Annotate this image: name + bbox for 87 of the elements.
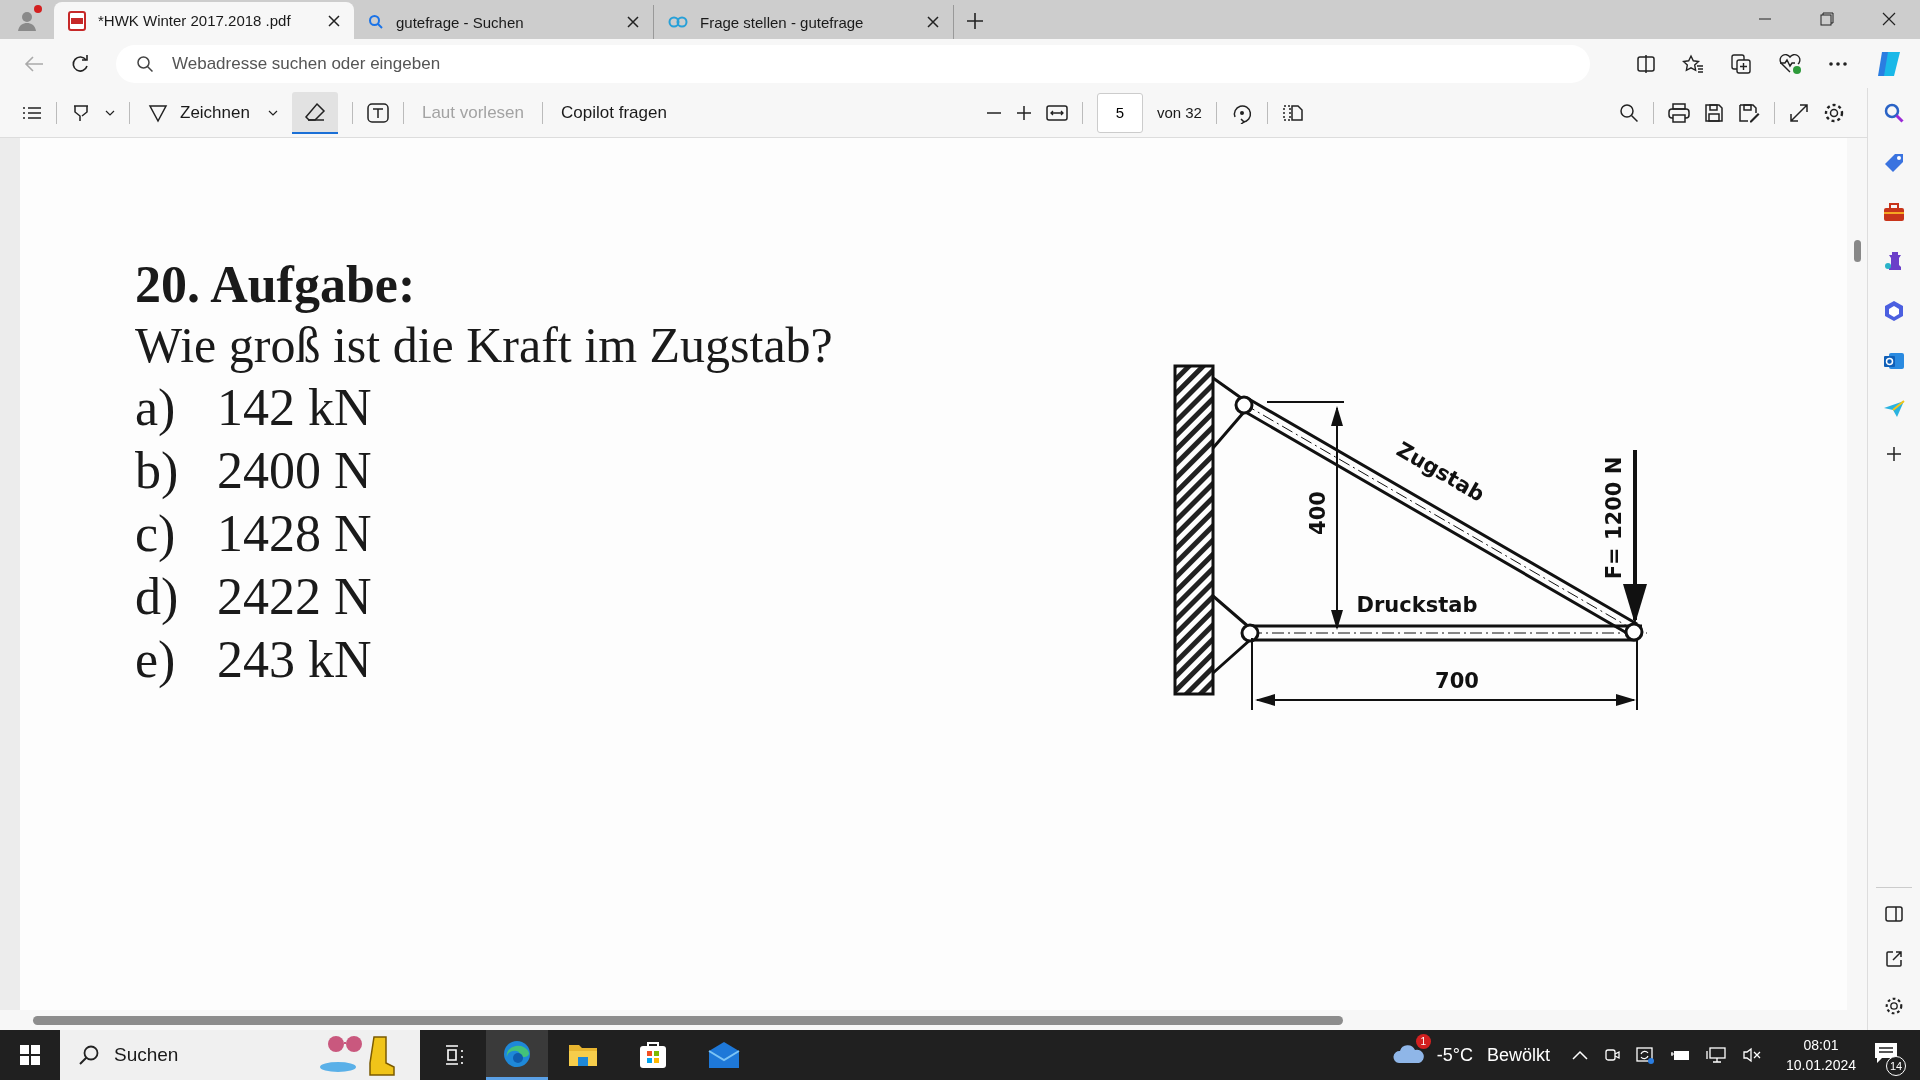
- fullscreen-icon[interactable]: [1789, 102, 1809, 123]
- store-icon[interactable]: [638, 1040, 668, 1070]
- notifications-icon[interactable]: [1874, 1042, 1898, 1064]
- close-icon[interactable]: [927, 16, 939, 28]
- answer-letter: a): [135, 378, 177, 438]
- loop-icon: [668, 15, 688, 29]
- answer-letter: b): [135, 441, 180, 501]
- folder-icon[interactable]: [568, 1042, 598, 1068]
- answer-value: 142 kN: [217, 378, 372, 438]
- caret-icon[interactable]: [105, 109, 115, 116]
- camera-icon[interactable]: [1603, 1047, 1620, 1063]
- save-icon[interactable]: [1704, 102, 1724, 123]
- address-field[interactable]: Webadresse suchen oder eingeben: [116, 44, 1590, 83]
- clock-date[interactable]: 10.01.2024: [1785, 1057, 1856, 1073]
- mute-icon[interactable]: [1741, 1047, 1762, 1063]
- pen-icon: [148, 102, 168, 123]
- page-count: von 32: [1156, 104, 1202, 121]
- favorites-icon[interactable]: [1682, 53, 1704, 74]
- answer-value: 2422 N: [217, 567, 372, 627]
- browser-icon: [502, 1038, 532, 1069]
- task-heading: 20. Aufgabe:: [135, 256, 417, 314]
- answer-value: 2400 N: [217, 441, 372, 501]
- height-dimension: 400: [1306, 491, 1330, 535]
- close-icon[interactable]: [328, 14, 340, 27]
- horizontal-scrollbar[interactable]: [0, 1010, 1867, 1030]
- more-icon[interactable]: [1828, 60, 1848, 67]
- collections-icon[interactable]: [1730, 52, 1752, 75]
- task-view-icon[interactable]: [444, 1044, 466, 1066]
- force-label: F= 1200 N: [1602, 456, 1626, 580]
- external-link-icon[interactable]: [1885, 950, 1903, 968]
- close-icon[interactable]: [1882, 12, 1896, 26]
- answer-value: 243 kN: [217, 630, 372, 690]
- temperature[interactable]: -5°C: [1436, 1044, 1473, 1066]
- text-box-icon[interactable]: [366, 102, 389, 123]
- fit-width-icon[interactable]: [1045, 104, 1068, 121]
- sync-icon[interactable]: [1635, 1046, 1654, 1064]
- search-icon: [136, 54, 154, 73]
- weather-text[interactable]: Bewölkt: [1486, 1044, 1550, 1066]
- restore-icon[interactable]: [1820, 12, 1834, 26]
- zoom-in-icon[interactable]: [1015, 104, 1032, 121]
- question-text: Wie groß ist die Kraft im Zugstab?: [135, 316, 833, 375]
- clock-time[interactable]: 08:01: [1803, 1037, 1839, 1053]
- sidebar-icon[interactable]: [1885, 906, 1903, 922]
- toolbox-icon[interactable]: [1883, 202, 1905, 222]
- browser-tab[interactable]: *HWK Winter 2017.2018 .pdf: [54, 2, 354, 39]
- page-view-icon[interactable]: [1281, 102, 1304, 123]
- browser-taskbar-button[interactable]: [486, 1030, 548, 1080]
- answer-value: 1428 N: [217, 504, 372, 564]
- contents-icon[interactable]: [22, 105, 42, 120]
- settings-icon[interactable]: [1823, 101, 1845, 124]
- heartbeat-icon[interactable]: [1778, 52, 1802, 75]
- search-icon: [78, 1044, 100, 1066]
- pdf-icon: [68, 10, 86, 31]
- compression-rod-label: Druckstab: [1356, 593, 1478, 617]
- windows-logo-icon[interactable]: [19, 1044, 41, 1066]
- caret-icon[interactable]: [267, 109, 278, 116]
- answer-letter: d): [135, 567, 180, 627]
- mail-icon[interactable]: [708, 1041, 740, 1069]
- reload-icon[interactable]: [70, 53, 90, 74]
- notification-count: 14: [1886, 1056, 1906, 1076]
- length-dimension: 700: [1435, 669, 1479, 693]
- battery-icon[interactable]: [1669, 1048, 1690, 1062]
- chevron-up-icon[interactable]: [1571, 1050, 1588, 1060]
- taskbar-search-field[interactable]: Suchen: [60, 1030, 420, 1080]
- split-screen-icon[interactable]: [1636, 53, 1656, 74]
- settings-icon[interactable]: [1884, 996, 1904, 1016]
- answer-letter: e): [135, 630, 177, 690]
- search-icon[interactable]: [1619, 102, 1639, 123]
- draw-button[interactable]: Zeichnen: [144, 98, 254, 127]
- eraser-icon: [303, 101, 326, 122]
- highlighter-icon[interactable]: [71, 102, 91, 123]
- network-icon[interactable]: [1705, 1047, 1726, 1063]
- page-number-field[interactable]: 5: [1096, 92, 1143, 133]
- print-icon[interactable]: [1668, 102, 1690, 123]
- mail-app-icon[interactable]: [1883, 350, 1905, 372]
- answer-letter: c): [135, 504, 177, 564]
- vertical-scrollbar[interactable]: [1847, 138, 1867, 1010]
- close-icon[interactable]: [627, 16, 639, 28]
- search-icon: [368, 14, 384, 30]
- new-tab-icon[interactable]: [966, 12, 984, 30]
- tag-icon[interactable]: [1883, 152, 1905, 174]
- add-icon[interactable]: [1886, 446, 1902, 462]
- copilot-button[interactable]: Copilot fragen: [557, 98, 671, 127]
- notification-badge: 1: [1415, 1034, 1431, 1049]
- save-as-icon[interactable]: [1738, 102, 1760, 123]
- hexagon-icon[interactable]: [1883, 300, 1905, 322]
- eraser-button[interactable]: [291, 91, 338, 134]
